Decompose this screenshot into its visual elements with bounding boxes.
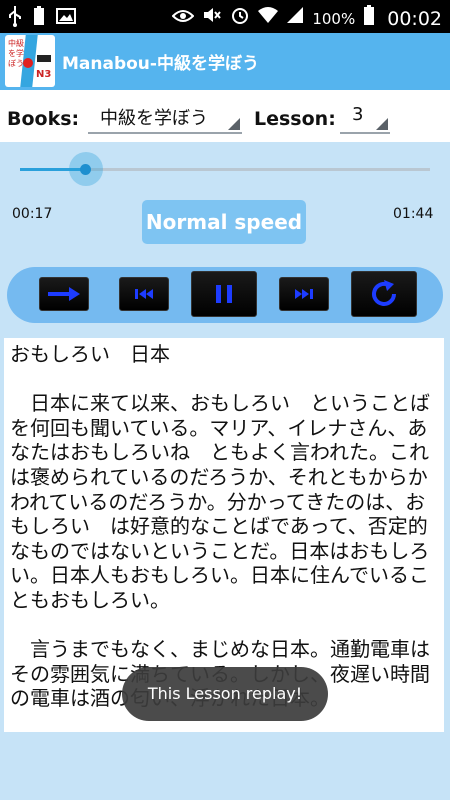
mute-icon — [202, 5, 222, 32]
app-logo-badge: N3 — [36, 69, 52, 80]
status-bar: 100% 00:02 — [0, 0, 450, 33]
signal-icon — [286, 6, 304, 31]
total-duration: 01:44 — [393, 206, 434, 222]
usb-icon — [8, 5, 22, 34]
status-left-icons — [8, 5, 76, 34]
dropdown-arrow-icon — [376, 118, 388, 130]
speed-button[interactable]: Normal speed — [142, 200, 306, 244]
next-arrow-icon — [47, 286, 81, 302]
pause-icon — [215, 284, 233, 304]
bottom-band — [0, 736, 450, 800]
replay-icon — [368, 278, 400, 310]
selector-row: Books: 中級を学ぼう Lesson: 3 — [0, 90, 450, 142]
next-arrow-button[interactable] — [39, 277, 89, 311]
replay-button[interactable] — [351, 271, 417, 317]
skip-next-icon — [294, 288, 314, 300]
app-title: Manabou-中級を学ぼう — [62, 54, 259, 74]
lesson-paragraph: 日本に来て以来、おもしろい ということばを何回も聞いている。マリア、イレナさん、… — [10, 391, 430, 612]
lesson-label: Lesson: — [254, 108, 336, 130]
pause-button[interactable] — [191, 271, 257, 317]
lesson-title: おもしろい 日本 — [10, 342, 170, 366]
app-logo-icon[interactable]: 中級 を学 ぼう N3 — [5, 35, 55, 87]
skip-next-button[interactable] — [279, 277, 329, 311]
playback-controls — [7, 267, 443, 323]
wifi-icon — [258, 6, 279, 31]
books-spinner-value: 中級を学ぼう — [100, 108, 208, 129]
battery-full-icon — [32, 5, 46, 34]
image-icon — [56, 6, 76, 33]
skip-previous-icon — [134, 288, 154, 300]
books-label: Books: — [7, 108, 80, 130]
clock: 00:02 — [387, 7, 442, 30]
action-bar: 中級 を学 ぼう N3 Manabou-中級を学ぼう — [0, 33, 450, 90]
lesson-spinner[interactable]: 3 — [340, 100, 390, 134]
lesson-spinner-value: 3 — [352, 104, 364, 125]
status-right-icons: 100% 00:02 — [171, 4, 442, 33]
books-spinner[interactable]: 中級を学ぼう — [88, 100, 242, 134]
elapsed-time: 00:17 — [12, 206, 53, 222]
battery-percent: 100% — [312, 9, 356, 28]
dropdown-arrow-icon — [228, 118, 240, 130]
skip-previous-button[interactable] — [119, 277, 169, 311]
alarm-icon — [230, 5, 250, 32]
toast-message: This Lesson replay! — [122, 667, 328, 721]
battery-icon — [363, 4, 375, 33]
eye-icon — [171, 7, 195, 31]
